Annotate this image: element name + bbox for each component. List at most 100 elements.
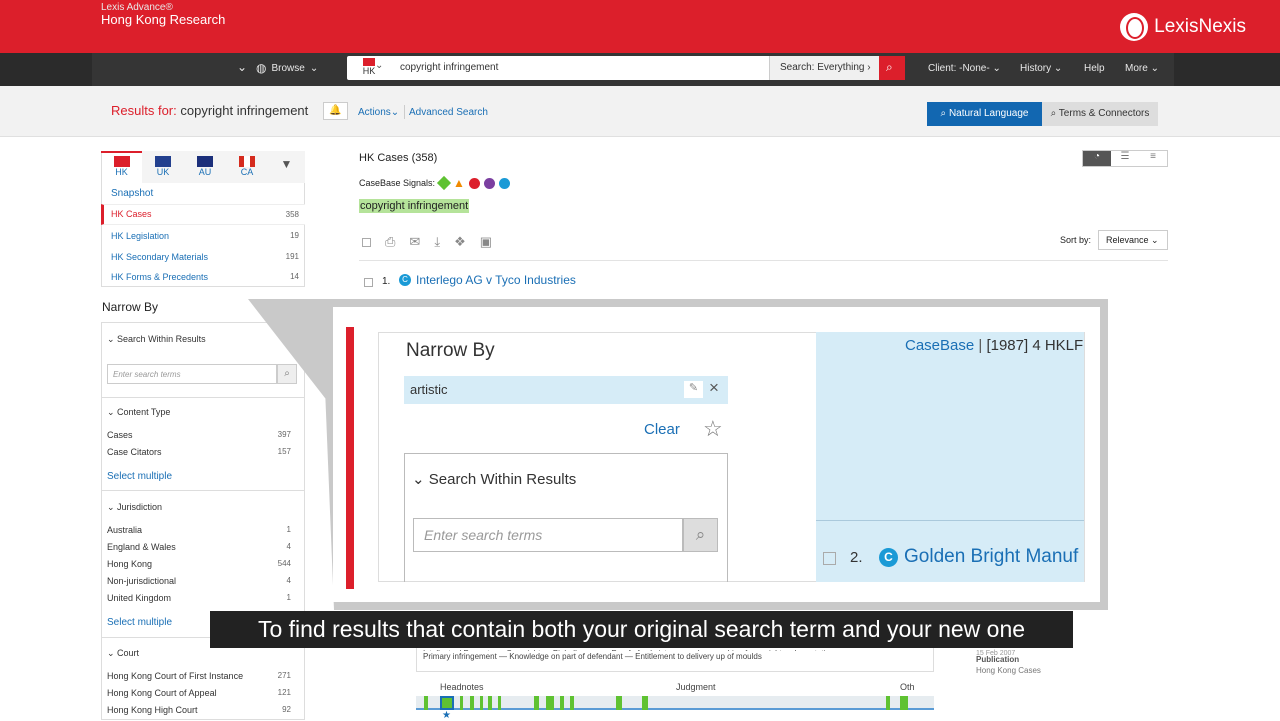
divider — [101, 397, 305, 398]
client-menu[interactable]: Client: -None- ⌄ — [928, 63, 1001, 74]
dropbox-icon[interactable]: ❖ — [454, 234, 466, 250]
search-scope-select[interactable]: Search: Everything › — [769, 56, 879, 80]
chevron-down-icon: ⌄ — [107, 648, 118, 658]
compact-view-button[interactable]: ≡ — [1139, 151, 1167, 166]
cited-signal-icon[interactable] — [498, 177, 510, 189]
timeline-judgment: Judgment — [676, 682, 716, 692]
category-snapshot[interactable]: Snapshot — [111, 188, 153, 199]
history-menu[interactable]: History ⌄ — [1020, 63, 1062, 74]
edit-pencil-icon[interactable]: ✎ — [684, 381, 703, 398]
filter-high-court[interactable]: Hong Kong High Court 92 — [107, 705, 297, 715]
search-icon: ⌕ — [695, 525, 706, 544]
chevron-down-icon: ⌄ — [107, 502, 118, 512]
graph-view-button[interactable]: ◔ — [1083, 151, 1111, 166]
select-multiple-link[interactable]: Select multiple — [107, 471, 172, 482]
lines-icon: ≡ — [1150, 151, 1156, 162]
result-publication-label: Publication — [976, 655, 1020, 664]
court-toggle[interactable]: ⌄ Court — [107, 648, 139, 659]
uk-flag-icon — [155, 156, 171, 167]
jurisdiction-toggle[interactable]: ⌄ Jurisdiction — [107, 502, 162, 513]
result-checkbox[interactable] — [364, 278, 373, 287]
narrow-search-button[interactable]: ⌕ — [277, 364, 297, 384]
filter-court-appeal[interactable]: Hong Kong Court of Appeal 121 — [107, 688, 297, 698]
lexisnexis-logo[interactable]: LexisNexis — [1120, 13, 1246, 41]
filter-cases[interactable]: Cases 397 — [107, 430, 297, 440]
search-button[interactable]: ⌕ — [879, 56, 905, 80]
zoom-search-input[interactable]: Enter search terms — [413, 518, 683, 552]
filter-hong-kong[interactable]: Hong Kong 544 — [107, 559, 297, 569]
tab-ca[interactable]: CA — [226, 151, 268, 183]
timeline-headnotes: Headnotes — [440, 682, 484, 692]
search-icon: ⌕ — [1050, 108, 1059, 119]
filter-non-jurisdictional[interactable]: Non-jurisdictional 4 — [107, 576, 297, 586]
filter-australia[interactable]: Australia 1 — [107, 525, 297, 535]
neutral-signal-icon[interactable] — [483, 177, 495, 189]
filter-court-first-instance[interactable]: Hong Kong Court of First Instance 271 — [107, 671, 297, 681]
zoom-search-button[interactable]: ⌕ — [683, 518, 718, 552]
search-within-toggle[interactable]: ⌄ Search Within Results — [107, 334, 206, 345]
au-flag-icon — [197, 156, 213, 167]
clear-button[interactable]: Clear — [644, 421, 680, 438]
category-hk-legislation[interactable]: HK Legislation 19 — [101, 228, 305, 247]
close-icon[interactable]: × — [709, 378, 719, 398]
sort-select[interactable]: Relevance ⌄ — [1098, 230, 1168, 250]
save-folder-icon[interactable]: ▣ — [480, 234, 492, 250]
caution-signal-icon[interactable]: ▲ — [453, 176, 465, 190]
help-link[interactable]: Help — [1084, 63, 1105, 74]
actions-menu[interactable]: Actions⌄ — [358, 107, 399, 118]
star-icon[interactable]: ☆ — [703, 416, 723, 442]
ca-flag-icon — [239, 156, 255, 167]
more-tabs-dropdown[interactable]: ▼ — [268, 151, 305, 183]
print-icon[interactable]: ⎙ — [385, 234, 395, 250]
zoom-result-title-link[interactable]: Golden Bright Manuf — [904, 546, 1084, 568]
result-title-link[interactable]: Interlego AG v Tyco Industries — [416, 273, 576, 287]
chevron-down-icon[interactable]: ⌄ — [237, 60, 247, 74]
email-icon[interactable]: ✉ — [409, 234, 420, 250]
narrow-search-input[interactable]: Enter search terms — [107, 364, 277, 384]
positive-signal-icon[interactable] — [436, 175, 452, 191]
category-hk-secondary[interactable]: HK Secondary Materials 191 — [101, 249, 305, 268]
product-switcher[interactable]: Lexis Advance® Hong Kong Research — [101, 2, 225, 26]
hk-flag-icon — [113, 156, 130, 167]
search-within-chip: artistic ✎ × — [404, 376, 728, 404]
advanced-search-link[interactable]: Advanced Search — [409, 107, 488, 118]
terms-connectors-button[interactable]: ⌕ Terms & Connectors — [1042, 102, 1158, 126]
filter-case-citators[interactable]: Case Citators 157 — [107, 447, 297, 457]
natural-language-button[interactable]: ⌕ Natural Language — [927, 102, 1042, 126]
filter-united-kingdom[interactable]: United Kingdom 1 — [107, 593, 297, 603]
download-icon[interactable]: ⤓ — [434, 234, 440, 250]
content-type-toggle[interactable]: ⌄ Content Type — [107, 407, 170, 418]
tab-au[interactable]: AU — [184, 151, 226, 183]
category-hk-forms[interactable]: HK Forms & Precedents 14 — [101, 269, 305, 288]
browse-menu[interactable]: ◍ Browse ⌄ — [256, 57, 342, 79]
search-icon: ⌕ — [886, 60, 893, 74]
divider — [101, 490, 305, 491]
more-menu[interactable]: More ⌄ — [1125, 63, 1159, 74]
globe-logo-icon — [1120, 13, 1149, 41]
jurisdiction-tabs: HK UK AU CA ▼ — [101, 151, 305, 183]
zoom-result-checkbox[interactable] — [823, 552, 836, 565]
product-line2: Hong Kong Research — [101, 12, 226, 27]
tab-uk[interactable]: UK — [142, 151, 184, 183]
casebase-c-icon[interactable]: C — [399, 274, 411, 286]
negative-signal-icon[interactable] — [468, 177, 480, 189]
chevron-right-icon: › — [867, 62, 871, 73]
alert-bell-button[interactable]: 🔔 — [323, 102, 348, 120]
list-view-button[interactable]: ☰ — [1111, 151, 1139, 166]
zoom-result-number: 2. — [850, 549, 863, 566]
term-frequency-timeline[interactable] — [416, 696, 934, 710]
search-input[interactable]: copyright infringement — [400, 62, 498, 73]
category-hk-cases[interactable]: HK Cases 358 — [101, 204, 305, 225]
zoom-search-within-toggle[interactable]: ⌄ Search Within Results — [412, 470, 576, 488]
chevron-down-icon: ⌄ — [375, 60, 384, 71]
chevron-down-icon: ⌄ — [107, 407, 118, 417]
result-publication: Hong Kong Cases — [976, 666, 1041, 675]
zoom-accent-bar — [346, 327, 354, 589]
casebase-c-icon[interactable]: C — [879, 548, 898, 567]
select-multiple-link[interactable]: Select multiple — [107, 617, 172, 628]
divider — [359, 260, 1168, 261]
filter-england-wales[interactable]: England & Wales 4 — [107, 542, 297, 552]
tab-hk[interactable]: HK — [101, 151, 142, 183]
zoom-citation: CaseBase | [1987] 4 HKLF — [905, 337, 1084, 354]
select-all-checkbox[interactable] — [362, 237, 371, 247]
